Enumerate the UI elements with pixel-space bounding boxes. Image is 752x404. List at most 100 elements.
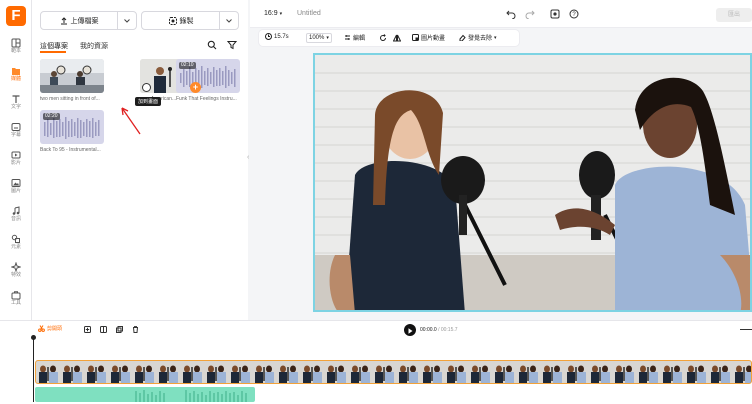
rail-label: 字幕 (10, 132, 21, 138)
image-icon (11, 179, 21, 187)
filter-icon[interactable] (227, 40, 237, 50)
sliders-icon (345, 35, 350, 40)
music-icon (12, 206, 20, 215)
duration-badge: 02:10 (179, 62, 196, 69)
media-item-audio-1[interactable]: 02:10 (176, 59, 240, 93)
media-item-video-1[interactable] (40, 59, 104, 93)
upload-label: 上傳檔案 (70, 17, 99, 25)
rail-label: 特效 (10, 272, 21, 278)
split-label: 剪開頭 (47, 326, 63, 332)
toolbox-icon (11, 291, 21, 300)
timecode: 00:00.0 / 00:15.7 (420, 327, 458, 333)
tab-this-project[interactable]: 這個專案 (40, 41, 68, 51)
split-button[interactable]: 剪開頭 (38, 325, 62, 332)
top-bar: 16:9 ▾ Untitled ? 匯出 (250, 0, 752, 28)
rail-item-effects[interactable]: 特效 (0, 260, 32, 286)
app-logo: F (6, 6, 26, 26)
trash-icon[interactable] (132, 326, 139, 333)
search-icon[interactable] (207, 40, 217, 50)
help-icon[interactable]: ? (569, 9, 579, 19)
audio-track-clip[interactable] (35, 387, 255, 402)
rail-item-text[interactable]: 文字 (0, 92, 32, 118)
split-clip-icon[interactable] (100, 326, 107, 333)
shapes-icon (11, 234, 20, 243)
rail-item-media[interactable]: 媒體 (0, 64, 32, 90)
record-button[interactable]: 錄製 (141, 11, 239, 30)
text-icon (12, 95, 20, 103)
active-tab-indicator (40, 51, 66, 53)
play-icon (408, 328, 413, 334)
media-caption: two men sitting in front of... (40, 96, 100, 102)
record-icon (168, 16, 177, 25)
zoom-slider[interactable] (740, 329, 752, 330)
add-track-icon[interactable] (84, 326, 91, 333)
media-item-audio-2[interactable]: 02:20 (40, 110, 104, 144)
media-caption: Back To 95 - Instrumental... (40, 147, 101, 153)
export-button[interactable]: 匯出 (716, 8, 752, 22)
aspect-ratio-selector[interactable]: 16:9 ▾ (264, 10, 282, 17)
rail-label: 元素 (10, 244, 21, 250)
rail-item-subtitle[interactable]: 字幕 (0, 120, 32, 146)
folder-icon (12, 68, 20, 75)
rail-label: 媒體 (10, 76, 21, 82)
screenshot-icon[interactable] (550, 9, 560, 19)
upload-icon (60, 16, 67, 24)
rail-label: 工具 (10, 300, 21, 306)
duplicate-icon[interactable] (116, 326, 123, 333)
rail-item-elements[interactable]: 元素 (0, 232, 32, 258)
edit-label: 編輯 (353, 36, 366, 42)
rail-item-audio[interactable]: 音訊 (0, 204, 32, 230)
undo-icon[interactable] (506, 9, 516, 19)
record-dropdown-button[interactable] (219, 12, 238, 29)
pip-label: 圖片動畫 (421, 36, 446, 42)
effects-icon (11, 262, 21, 272)
video-track-clip[interactable] (35, 360, 752, 384)
cursor-icon (142, 83, 151, 92)
upload-dropdown-button[interactable] (117, 12, 136, 29)
picture-in-picture-icon (412, 34, 419, 41)
zoom-value: 100% (309, 35, 325, 41)
audio-waveform (135, 390, 247, 402)
video-thumbnail (40, 59, 104, 93)
play-button[interactable] (404, 324, 416, 336)
eraser-icon (459, 34, 466, 41)
rail-label: 文字 (10, 104, 21, 110)
playhead-handle[interactable] (31, 335, 36, 340)
flip-icon[interactable] (393, 34, 401, 42)
annotation-arrow-icon (121, 107, 141, 135)
rotate-icon[interactable] (379, 34, 387, 42)
rail-item-template[interactable]: 範本 (0, 36, 32, 62)
panel-collapse-handle[interactable]: ‹ (247, 154, 253, 166)
project-title[interactable]: Untitled (297, 10, 321, 17)
rail-label: 範本 (10, 48, 21, 54)
preview-canvas[interactable] (313, 53, 752, 312)
pip-button[interactable]: 圖片動畫 (412, 33, 445, 42)
rail-item-image[interactable]: 圖片 (0, 176, 32, 202)
subtitle-icon (11, 123, 21, 131)
upload-button[interactable]: 上傳檔案 (40, 11, 137, 30)
edit-button[interactable]: 編輯 (344, 33, 365, 42)
duration-badge: 02:20 (43, 113, 60, 120)
media-panel: 上傳檔案 錄製 這個專案 我的資源 two men sitting in fro… (32, 0, 248, 320)
tooltip: 加到畫面 (135, 97, 162, 106)
editor-window: F 範本 媒體 文字 字幕 影片 圖片 音訊 元素 特效 工具 上傳檔案 錄製 … (0, 0, 752, 404)
rail-label: 音訊 (10, 216, 21, 222)
add-to-canvas-button[interactable]: + (190, 82, 201, 93)
duration-value: 15.7s (274, 33, 289, 40)
zoom-select[interactable]: 100% ▾ (306, 33, 332, 43)
duration-control[interactable]: 15.7s (265, 33, 289, 40)
remove-background-button[interactable]: 發覺去除 ▾ (459, 33, 497, 42)
rail-item-tools[interactable]: 工具 (0, 288, 32, 314)
chevron-down-icon (226, 18, 232, 23)
redo-icon[interactable] (525, 9, 535, 19)
current-time: 00:00.0 (420, 327, 437, 333)
clip-filmstrip (36, 361, 751, 383)
rail-item-video[interactable]: 影片 (0, 148, 32, 174)
video-frame (315, 55, 750, 310)
left-rail: F 範本 媒體 文字 字幕 影片 圖片 音訊 元素 特效 工具 (0, 0, 32, 320)
rail-label: 圖片 (10, 188, 21, 194)
tab-my-assets[interactable]: 我的資源 (80, 41, 108, 51)
aspect-ratio-label: 16:9 (264, 10, 278, 17)
media-caption: Funk That Feelings Instru... (176, 96, 237, 102)
playhead[interactable] (33, 336, 34, 402)
